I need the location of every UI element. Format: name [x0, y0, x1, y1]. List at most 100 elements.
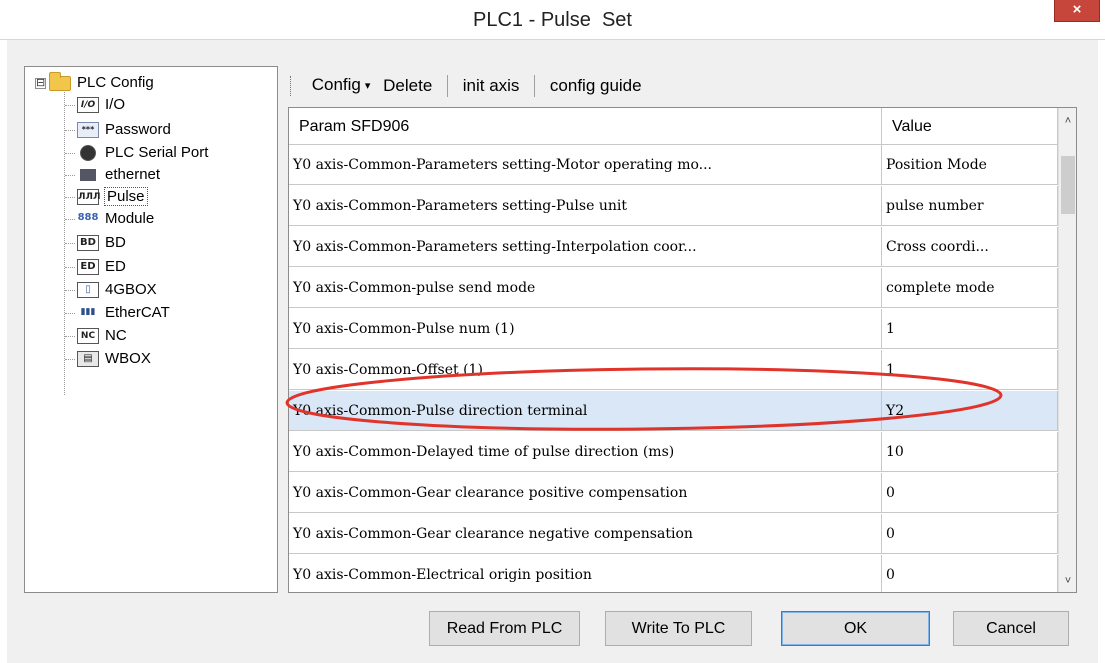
table-row-selected[interactable]: Y0 axis-Common-Pulse direction terminal …	[289, 391, 1058, 431]
tree-item-ethercat[interactable]: ▮▮▮ EtherCAT	[65, 302, 170, 324]
tree-item-label: BD	[105, 234, 126, 251]
ethercat-icon: ▮▮▮	[77, 305, 99, 322]
tree-item-password[interactable]: *** Password	[65, 119, 171, 141]
param-cell: Y0 axis-Common-Parameters setting-Pulse …	[289, 186, 882, 226]
close-icon: ×	[1072, 1, 1082, 18]
table-row[interactable]: Y0 axis-Common-Parameters setting-Interp…	[289, 227, 1058, 267]
param-cell: Y0 axis-Common-Parameters setting-Motor …	[289, 145, 882, 185]
param-cell: Y0 axis-Common-Delayed time of pulse dir…	[289, 432, 882, 472]
value-cell[interactable]: Y2	[882, 391, 1058, 431]
value-cell[interactable]: 0	[882, 555, 1058, 592]
table-row[interactable]: Y0 axis-Common-Delayed time of pulse dir…	[289, 432, 1058, 472]
param-cell: Y0 axis-Common-pulse send mode	[289, 268, 882, 308]
init-axis-button[interactable]: init axis	[459, 71, 524, 101]
value-cell[interactable]: Position Mode	[882, 145, 1058, 185]
value-cell[interactable]: 10	[882, 432, 1058, 472]
vertical-scrollbar[interactable]: ˄ ˅	[1058, 108, 1076, 592]
folder-icon	[49, 71, 71, 91]
param-cell: Y0 axis-Common-Electrical origin positio…	[289, 555, 882, 592]
toolbar-grip[interactable]	[290, 75, 293, 96]
wbox-icon: ▤	[77, 351, 99, 368]
password-icon: ***	[77, 122, 99, 139]
tree-item-label: Password	[105, 121, 171, 138]
scroll-down-icon[interactable]: ˅	[1059, 572, 1076, 590]
grid-header: Param SFD906 Value	[289, 108, 1069, 145]
tree-item-bd[interactable]: BD BD	[65, 232, 126, 254]
chevron-down-icon: ▾	[364, 79, 371, 92]
tree-root-label: PLC Config	[77, 74, 154, 91]
ed-icon: ED	[77, 259, 99, 276]
value-cell[interactable]: pulse number	[882, 186, 1058, 226]
value-cell[interactable]: complete mode	[882, 268, 1058, 308]
tree-item-pulse[interactable]: ЛЛЛ Pulse	[65, 186, 148, 208]
tree-item-label: NC	[105, 327, 127, 344]
delete-button[interactable]: Delete	[379, 71, 436, 101]
read-from-plc-button[interactable]: Read From PLC	[429, 611, 580, 646]
column-header-param[interactable]: Param SFD906	[289, 108, 882, 145]
tree-item-label: EtherCAT	[105, 304, 170, 321]
param-cell: Y0 axis-Common-Pulse num (1)	[289, 309, 882, 349]
tree-item-label-selected: Pulse	[104, 187, 148, 206]
value-cell[interactable]: 0	[882, 514, 1058, 554]
param-grid[interactable]: Param SFD906 Value Y0 axis-Common-Parame…	[288, 107, 1077, 593]
write-to-plc-button[interactable]: Write To PLC	[605, 611, 752, 646]
collapse-icon[interactable]: ⊟	[35, 77, 46, 89]
table-row[interactable]: Y0 axis-Common-Gear clearance positive c…	[289, 473, 1058, 513]
param-cell: Y0 axis-Common-Parameters setting-Interp…	[289, 227, 882, 267]
tree-item-plc-serial-port[interactable]: PLC Serial Port	[65, 142, 208, 164]
window-title: PLC1 - Pulse Set	[473, 9, 632, 31]
table-row[interactable]: Y0 axis-Common-Offset (1) 1	[289, 350, 1058, 390]
4gbox-icon: ▯	[77, 282, 99, 299]
tree-item-label: 4GBOX	[105, 281, 157, 298]
tree-item-ethernet[interactable]: ethernet	[65, 164, 160, 186]
tree-item-ed[interactable]: ED ED	[65, 256, 126, 278]
ok-button[interactable]: OK	[781, 611, 930, 646]
module-icon: 888	[77, 211, 99, 228]
pulse-icon: ЛЛЛ	[77, 189, 100, 206]
nc-icon: NC	[77, 328, 99, 345]
tree-item-label: PLC Serial Port	[105, 144, 209, 161]
tree-item-label: ED	[105, 258, 126, 275]
toolbar: Config ▾ Delete init axis config guide	[290, 70, 1070, 100]
param-cell: Y0 axis-Common-Gear clearance positive c…	[289, 473, 882, 513]
config-tree[interactable]: ⊟ PLC Config I/O I/O *** Password PLC Seria…	[24, 66, 278, 593]
value-cell[interactable]: 1	[882, 309, 1058, 349]
value-cell[interactable]: 1	[882, 350, 1058, 390]
tree-item-module[interactable]: 888 Module	[65, 208, 154, 230]
param-cell: Y0 axis-Common-Offset (1)	[289, 350, 882, 390]
config-guide-button[interactable]: config guide	[546, 71, 646, 101]
tree-item-label: Module	[105, 210, 155, 227]
ethernet-icon	[80, 169, 96, 182]
close-button[interactable]: ×	[1054, 0, 1100, 22]
tree-item-4gbox[interactable]: ▯ 4GBOX	[65, 279, 157, 301]
tree-item-nc[interactable]: NC NC	[65, 325, 127, 347]
table-row[interactable]: Y0 axis-Common-Electrical origin positio…	[289, 555, 1058, 592]
tree-root-plc-config[interactable]: ⊟ PLC Config	[35, 71, 154, 94]
table-row[interactable]: Y0 axis-Common-Gear clearance negative c…	[289, 514, 1058, 554]
table-row[interactable]: Y0 axis-Common-Pulse num (1) 1	[289, 309, 1058, 349]
table-row[interactable]: Y0 axis-Common-Parameters setting-Pulse …	[289, 186, 1058, 226]
table-row[interactable]: Y0 axis-Common-Parameters setting-Motor …	[289, 145, 1058, 185]
tree-item-label: WBOX	[105, 350, 151, 367]
cancel-button[interactable]: Cancel	[953, 611, 1069, 646]
io-icon: I/O	[77, 97, 99, 114]
toolbar-separator	[447, 74, 449, 97]
toolbar-separator	[534, 74, 536, 97]
config-menu-button[interactable]: Config ▾	[308, 70, 375, 101]
value-cell[interactable]: Cross coordi...	[882, 227, 1058, 267]
value-cell[interactable]: 0	[882, 473, 1058, 513]
tree-item-io[interactable]: I/O I/O	[65, 94, 125, 116]
table-row[interactable]: Y0 axis-Common-pulse send mode complete …	[289, 268, 1058, 308]
config-label: Config	[311, 75, 361, 95]
bd-icon: BD	[77, 235, 99, 252]
scroll-thumb[interactable]	[1061, 156, 1075, 214]
tree-item-label: I/O	[105, 96, 126, 113]
title-bar: PLC1 - Pulse Set ×	[0, 0, 1105, 40]
tree-item-wbox[interactable]: ▤ WBOX	[65, 348, 151, 370]
serial-port-icon	[80, 145, 96, 162]
param-cell: Y0 axis-Common-Gear clearance negative c…	[289, 514, 882, 554]
tree-item-label: ethernet	[105, 166, 161, 183]
column-header-value[interactable]: Value	[882, 108, 1058, 145]
scroll-up-icon[interactable]: ˄	[1059, 112, 1076, 130]
param-cell: Y0 axis-Common-Pulse direction terminal	[289, 391, 882, 431]
